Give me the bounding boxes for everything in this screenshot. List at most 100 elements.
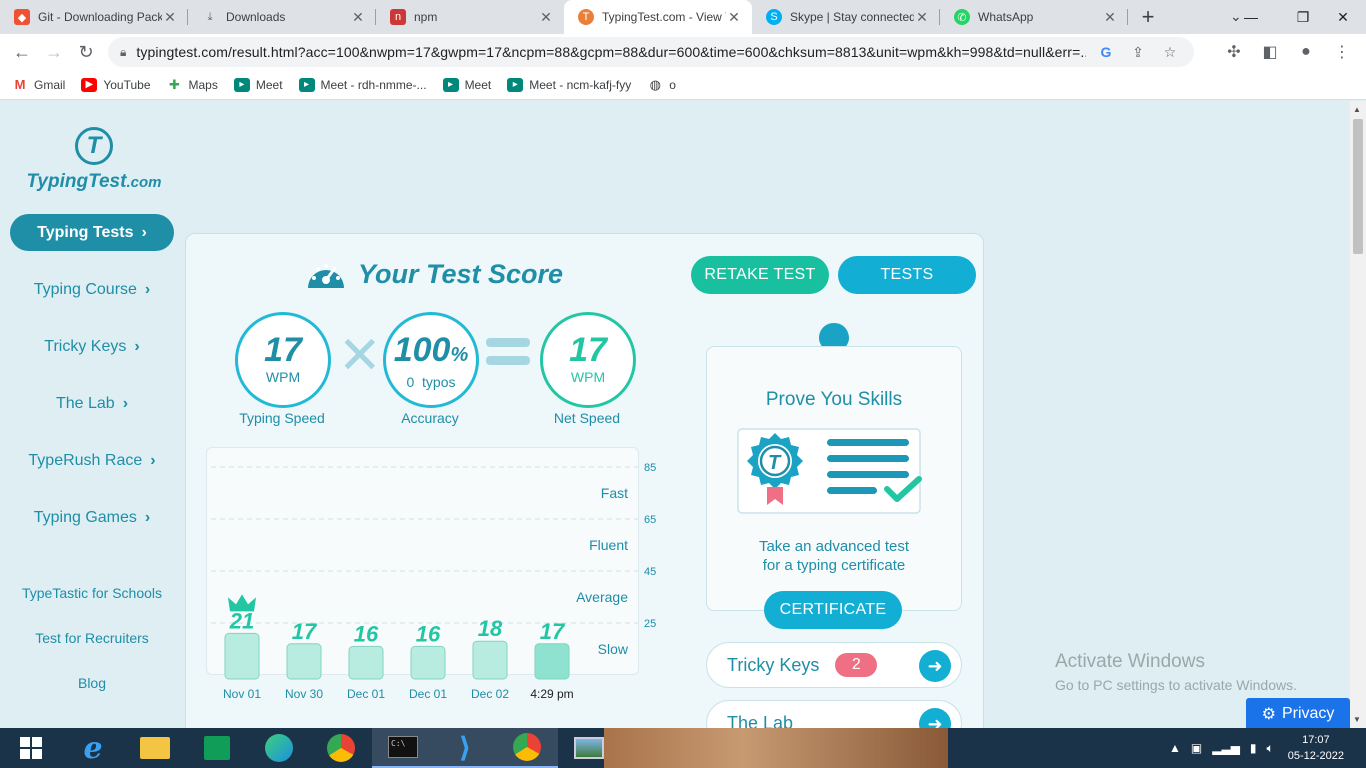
history-bar-chart: 85 65 45 25 Fast Fluent Average Slow 21 Nov 01 17 N… — [211, 462, 656, 701]
logo-text: TypingTest — [26, 171, 127, 192]
chart-value-label: 17 — [292, 619, 318, 644]
google-lens-icon[interactable]: G — [1094, 44, 1118, 60]
nav-typing-tests[interactable]: Typing Tests › — [10, 214, 174, 251]
nav-typerush-race[interactable]: TypeRush Race › — [10, 442, 174, 479]
browser-tab-active[interactable]: T TypingTest.com - View Y ✕ — [564, 0, 752, 34]
chart-band-label: Slow — [598, 641, 629, 657]
taskbar-vscode[interactable]: ⟩ — [434, 728, 496, 768]
bookmark-globe[interactable]: ◍ o — [647, 77, 676, 92]
close-window-icon[interactable]: ✕ — [1320, 0, 1366, 34]
side-panel-icon[interactable]: ◧ — [1256, 37, 1284, 67]
new-tab-button[interactable]: + — [1128, 0, 1168, 34]
bookmark-maps[interactable]: ✚ Maps — [167, 77, 218, 92]
scroll-down-icon[interactable]: ▼ — [1353, 715, 1361, 724]
chart-bar — [286, 643, 322, 680]
nav-typing-course[interactable]: Typing Course › — [10, 271, 174, 308]
the-lab-card[interactable]: The Lab ➜ — [706, 700, 962, 728]
close-tab-icon[interactable]: ✕ — [914, 9, 930, 26]
scrollbar-thumb[interactable] — [1353, 119, 1363, 254]
browser-tab[interactable]: ✆ WhatsApp ✕ — [940, 0, 1128, 34]
address-bar[interactable]: 🔒︎ typingtest.com/result.html?acc=100&nw… — [108, 37, 1194, 67]
browser-tab[interactable]: n npm ✕ — [376, 0, 564, 34]
close-tab-icon[interactable]: ✕ — [162, 9, 178, 26]
bookmark-meet[interactable]: ▸ Meet - ncm-kafj-fyy — [507, 77, 631, 92]
taskbar-clock[interactable]: 17:07 05-12-2022 — [1288, 732, 1344, 764]
link-blog[interactable]: Blog — [10, 675, 174, 720]
arrow-right-icon[interactable]: ➜ — [919, 650, 951, 682]
close-tab-icon[interactable]: ✕ — [1102, 9, 1118, 26]
score-title-text: Your Test Score — [358, 258, 564, 289]
edge-icon — [265, 734, 293, 762]
extensions-icon[interactable]: ✣ — [1220, 37, 1248, 67]
network-icon[interactable]: ▂▃▅ — [1212, 741, 1240, 755]
menu-icon[interactable]: ⋮ — [1328, 37, 1356, 67]
typo-label: typos — [422, 374, 456, 390]
start-button[interactable] — [0, 728, 62, 768]
taskbar-chrome[interactable] — [310, 728, 372, 768]
vscode-icon: ⟩ — [458, 731, 472, 763]
close-tab-icon[interactable]: ✕ — [538, 9, 554, 26]
bookmark-meet[interactable]: ▸ Meet — [233, 77, 283, 92]
reload-icon[interactable]: ↻ — [70, 36, 102, 68]
gmail-icon: M — [14, 77, 26, 92]
minimize-icon[interactable]: — — [1228, 0, 1274, 34]
certificate-text-line2: for a typing certificate — [762, 557, 906, 574]
site-logo[interactable]: T TypingTest.com — [24, 127, 164, 193]
link-typetastic[interactable]: TypeTastic for Schools — [10, 585, 174, 630]
taskbar-file-explorer[interactable] — [124, 728, 186, 768]
certificate-panel: Prove You Skills T Take an advanced test… — [706, 346, 962, 611]
chrome-icon — [513, 733, 541, 761]
nav-tricky-keys[interactable]: Tricky Keys › — [10, 328, 174, 365]
taskbar-edge[interactable] — [248, 728, 310, 768]
chart-x-tick-label: Dec 01 — [409, 687, 447, 701]
bookmark-gmail[interactable]: M Gmail — [12, 77, 66, 92]
internet-explorer-icon: e — [83, 730, 103, 766]
page-scrollbar[interactable]: ▲ ▼ — [1350, 101, 1366, 728]
browser-tab[interactable]: S Skype | Stay connected ✕ — [752, 0, 940, 34]
close-tab-icon[interactable]: ✕ — [350, 9, 366, 26]
browser-tab[interactable]: ⤓ Downloads ✕ — [188, 0, 376, 34]
share-icon[interactable]: ⇪ — [1126, 44, 1150, 61]
url-text[interactable]: typingtest.com/result.html?acc=100&nwpm=… — [136, 44, 1086, 60]
lock-icon: 🔒︎ — [120, 44, 127, 59]
retake-test-button[interactable]: RETAKE TEST — [691, 256, 829, 294]
tests-button[interactable]: TESTS — [838, 256, 976, 294]
windows-taskbar: e C:\ ⟩ ▲ ▣ ▂▃▅ ▮ 🔈︎ 17:07 05-12-2022 — [0, 728, 1366, 768]
chart-value-label: 21 — [229, 608, 254, 633]
folder-icon — [140, 737, 170, 759]
chevron-right-icon: › — [134, 337, 140, 355]
nav-typing-games[interactable]: Typing Games › — [10, 499, 174, 536]
taskbar-store[interactable] — [186, 728, 248, 768]
tab-title: Skype | Stay connected — [790, 10, 914, 24]
bookmark-star-icon[interactable]: ☆ — [1158, 44, 1182, 61]
close-tab-icon[interactable]: ✕ — [726, 9, 742, 26]
volume-icon[interactable]: 🔈︎ — [1267, 741, 1274, 756]
bookmark-youtube[interactable]: ▶ YouTube — [81, 77, 151, 92]
chart-bar — [348, 645, 384, 680]
browser-tab[interactable]: ◆ Git - Downloading Pack ✕ — [0, 0, 188, 34]
scroll-up-icon[interactable]: ▲ — [1353, 105, 1361, 114]
back-icon[interactable]: ← — [6, 36, 38, 68]
forward-icon[interactable]: → — [38, 36, 70, 68]
nav-the-lab[interactable]: The Lab › — [10, 385, 174, 422]
certificate-button[interactable]: CERTIFICATE — [764, 591, 902, 629]
profile-avatar-icon[interactable]: ● — [1292, 37, 1320, 67]
bookmark-meet[interactable]: ▸ Meet — [442, 77, 491, 92]
tray-chevron-icon[interactable]: ▲ — [1169, 741, 1181, 755]
tricky-keys-card[interactable]: Tricky Keys 2 ➜ — [706, 642, 962, 688]
nav-label: TypeRush Race — [28, 451, 143, 469]
privacy-label: Privacy — [1281, 705, 1335, 722]
chart-band-label: Fast — [601, 485, 628, 501]
tray-device-icon[interactable]: ▣ — [1191, 741, 1202, 755]
chart-bar — [224, 632, 260, 680]
arrow-right-icon[interactable]: ➜ — [919, 708, 951, 728]
whatsapp-icon: ✆ — [954, 9, 970, 25]
battery-icon[interactable]: ▮ — [1250, 741, 1257, 755]
nav-label: Typing Games — [33, 508, 137, 526]
taskbar-command-prompt[interactable]: C:\ — [372, 728, 434, 768]
taskbar-internet-explorer[interactable]: e — [62, 728, 124, 768]
privacy-button[interactable]: ⚙ Privacy — [1246, 698, 1350, 728]
taskbar-chrome-active[interactable] — [496, 728, 558, 768]
link-recruiters[interactable]: Test for Recruiters — [10, 630, 174, 675]
bookmark-meet[interactable]: ▸ Meet - rdh-nmme-... — [298, 77, 427, 92]
